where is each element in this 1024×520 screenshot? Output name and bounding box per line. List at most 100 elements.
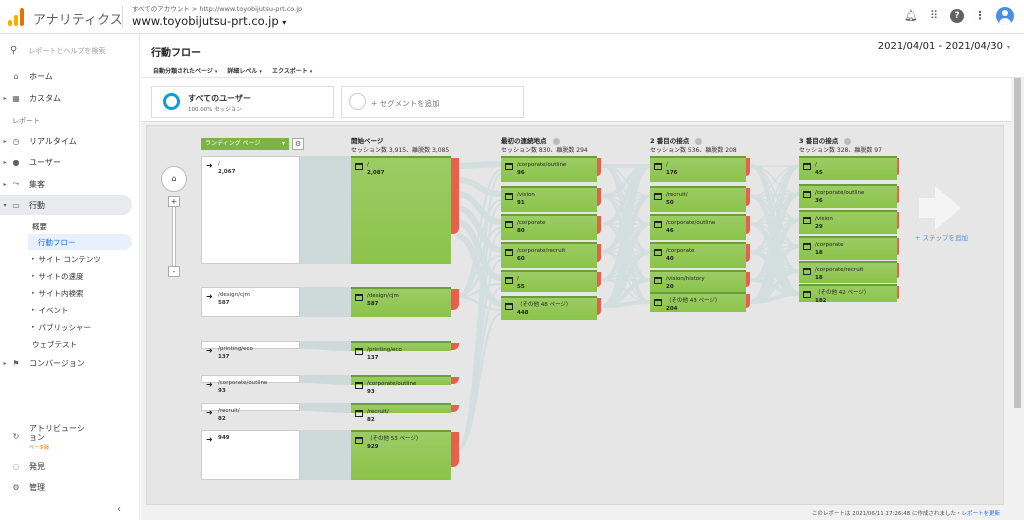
- flow-link[interactable]: [300, 430, 351, 480]
- flow-link[interactable]: [300, 156, 351, 264]
- help-icon[interactable]: ?: [950, 9, 964, 23]
- flow-link[interactable]: [300, 341, 351, 351]
- more-icon[interactable]: ⋮: [973, 9, 987, 23]
- export-menu[interactable]: エクスポート ▾: [272, 66, 312, 75]
- flow-step1_nodes-node[interactable]: /corporate/recruit 60: [501, 242, 601, 268]
- date-range-picker[interactable]: 2021/04/01 - 2021/04/30 ▾: [878, 41, 1010, 52]
- zoom-out-button[interactable]: -: [168, 266, 180, 277]
- exit-bar[interactable]: [746, 272, 750, 288]
- sidebar-item-acquisition[interactable]: ▸ ⤳ 集客: [0, 174, 132, 194]
- flow-link[interactable]: [456, 259, 502, 451]
- flow-step1_nodes-node[interactable]: /corporate/outline 96: [501, 156, 601, 182]
- gear-icon[interactable]: [552, 137, 560, 145]
- flow-step1_nodes-node[interactable]: / 55: [501, 270, 601, 292]
- flow-start_nodes-node[interactable]: /recruit/82: [351, 403, 459, 423]
- flow-link[interactable]: [456, 161, 502, 169]
- exit-bar[interactable]: [597, 216, 601, 235]
- search-box[interactable]: ⚲ レポートとヘルプを検索: [10, 45, 105, 56]
- sidebar-sub-site-search[interactable]: ▸ サイト内検索: [32, 285, 132, 301]
- apps-icon[interactable]: ⠿: [927, 9, 941, 23]
- sidebar-sub-site-speed[interactable]: ▸ サイトの速度: [32, 268, 132, 284]
- zoom-slider-track[interactable]: [172, 198, 176, 276]
- flow-step2_nodes-node[interactable]: /corporate 40: [650, 242, 750, 268]
- exit-bar[interactable]: [451, 289, 459, 310]
- flow-step3_nodes-node[interactable]: /corporate 18: [799, 236, 899, 260]
- avatar[interactable]: [996, 7, 1014, 25]
- gear-icon[interactable]: [695, 137, 703, 145]
- level-of-detail-menu[interactable]: 詳細レベル ▾: [227, 66, 262, 75]
- auto-grouping-menu[interactable]: 自動分類されたページ ▾: [153, 66, 217, 75]
- add-segment-button[interactable]: + セグメントを追加: [341, 86, 524, 118]
- flow-link[interactable]: [300, 403, 351, 413]
- gear-icon[interactable]: [844, 137, 852, 145]
- sidebar-sub-events[interactable]: ▸ イベント: [32, 302, 132, 318]
- sidebar-sub-site-content[interactable]: ▸ サイト コンテンツ: [32, 251, 132, 267]
- flow-step2_nodes-node[interactable]: /vision/history 20: [650, 270, 750, 292]
- refresh-report-link[interactable]: レポートを更新: [961, 511, 1000, 517]
- gear-icon[interactable]: ⚙: [292, 138, 304, 150]
- exit-bar[interactable]: [451, 158, 459, 234]
- flow-step2_nodes-node[interactable]: /corporate/outline 46: [650, 214, 750, 240]
- landing-node[interactable]: ➜ 949: [201, 430, 300, 480]
- exit-bar[interactable]: [897, 186, 899, 203]
- landing-page-dropdown[interactable]: ランディング ページ ▾: [201, 138, 289, 150]
- sidebar-sub-publisher[interactable]: ▸ パブリッシャー: [32, 319, 132, 335]
- flow-start_nodes-node[interactable]: /printing/eco 137: [351, 341, 459, 361]
- exit-bar[interactable]: [746, 158, 750, 177]
- sidebar-sub-behavior-flow[interactable]: 行動フロー: [28, 234, 132, 250]
- segment-all-users[interactable]: すべてのユーザー 100.00% セッション: [151, 86, 334, 118]
- sidebar-sub-experiments[interactable]: ウェブテスト: [32, 336, 132, 352]
- landing-node[interactable]: ➜ /design/cjm 587: [201, 287, 300, 317]
- exit-bar[interactable]: [597, 298, 601, 315]
- sidebar-sub-overview[interactable]: 概要: [32, 218, 132, 234]
- account-selector[interactable]: www.toyobijutsu-prt.co.jp ▾: [132, 14, 286, 28]
- flow-step3_nodes-node[interactable]: / 45: [799, 156, 899, 180]
- flow-start_nodes-node[interactable]: /corporate/outline 93: [351, 375, 459, 395]
- flow-start_nodes-node[interactable]: （その他 53 ページ） 929: [351, 430, 459, 480]
- behavior-flow-canvas[interactable]: ランディング ページ ▾ ⚙ ⌂ + - 開始ページ セッション数 3,915、離…: [146, 125, 1004, 505]
- flow-step3_nodes-node[interactable]: /vision 29: [799, 210, 899, 234]
- landing-node[interactable]: ➜ /printing/eco 137: [201, 341, 300, 360]
- bell-icon[interactable]: 🔔︎: [904, 9, 918, 23]
- exit-bar[interactable]: [897, 158, 899, 175]
- flow-start_nodes-node[interactable]: / 2,087: [351, 156, 459, 264]
- collapse-sidebar-icon[interactable]: ‹: [117, 504, 121, 515]
- scrollbar-thumb[interactable]: [1014, 78, 1021, 408]
- exit-bar[interactable]: [597, 244, 601, 263]
- exit-bar[interactable]: [597, 272, 601, 288]
- exit-bar[interactable]: [597, 158, 601, 177]
- flow-step1_nodes-node[interactable]: （その他 48 ページ） 448: [501, 296, 601, 320]
- exit-bar[interactable]: [897, 263, 899, 279]
- flow-link[interactable]: [602, 164, 651, 308]
- landing-node[interactable]: ➜ /recruit/82: [201, 403, 300, 422]
- flow-step3_nodes-node[interactable]: /corporate/outline 36: [799, 184, 899, 208]
- add-step-link[interactable]: + ステップを追加: [915, 232, 968, 242]
- flow-step2_nodes-node[interactable]: （その他 43 ページ） 204: [650, 292, 750, 312]
- landing-node[interactable]: ➜ / 2,067: [201, 156, 300, 264]
- flow-step2_nodes-node[interactable]: / 176: [650, 156, 750, 182]
- exit-bar[interactable]: [746, 244, 750, 263]
- sidebar-item-attribution[interactable]: ↻ アトリビューション ベータ版: [0, 424, 132, 454]
- exit-bar[interactable]: [451, 432, 459, 467]
- zoom-in-button[interactable]: +: [168, 196, 180, 207]
- sidebar-item-conversions[interactable]: ▸ ⚑ コンバージョン: [0, 353, 132, 373]
- sidebar-item-admin[interactable]: ⚙ 管理: [0, 477, 132, 497]
- exit-bar[interactable]: [897, 238, 899, 255]
- exit-bar[interactable]: [746, 216, 750, 235]
- breadcrumb[interactable]: すべてのアカウント > http://www.toyobijutsu-prt.c…: [132, 3, 302, 13]
- sidebar-item-discover[interactable]: ◌ 発見: [0, 456, 132, 476]
- sidebar-item-users[interactable]: ▸ ● ユーザー: [0, 152, 132, 172]
- flow-link[interactable]: [300, 375, 351, 385]
- sidebar-item-home[interactable]: ⌂ ホーム: [0, 66, 132, 86]
- home-view-icon[interactable]: ⌂: [161, 166, 187, 192]
- page-scrollbar[interactable]: [1011, 78, 1024, 520]
- sidebar-item-behavior[interactable]: ▾ ▭ 行動: [0, 195, 132, 215]
- landing-node[interactable]: ➜ /corporate/outline 93: [201, 375, 300, 394]
- exit-bar[interactable]: [897, 212, 899, 229]
- flow-step1_nodes-node[interactable]: /vision 91: [501, 186, 601, 212]
- sidebar-item-custom[interactable]: ▸ ▦ カスタム: [0, 88, 132, 108]
- flow-step2_nodes-node[interactable]: /recruit/50: [650, 186, 750, 212]
- flow-step3_nodes-node[interactable]: （その他 42 ページ） 182: [799, 284, 899, 304]
- exit-bar[interactable]: [897, 286, 899, 299]
- exit-bar[interactable]: [746, 294, 750, 308]
